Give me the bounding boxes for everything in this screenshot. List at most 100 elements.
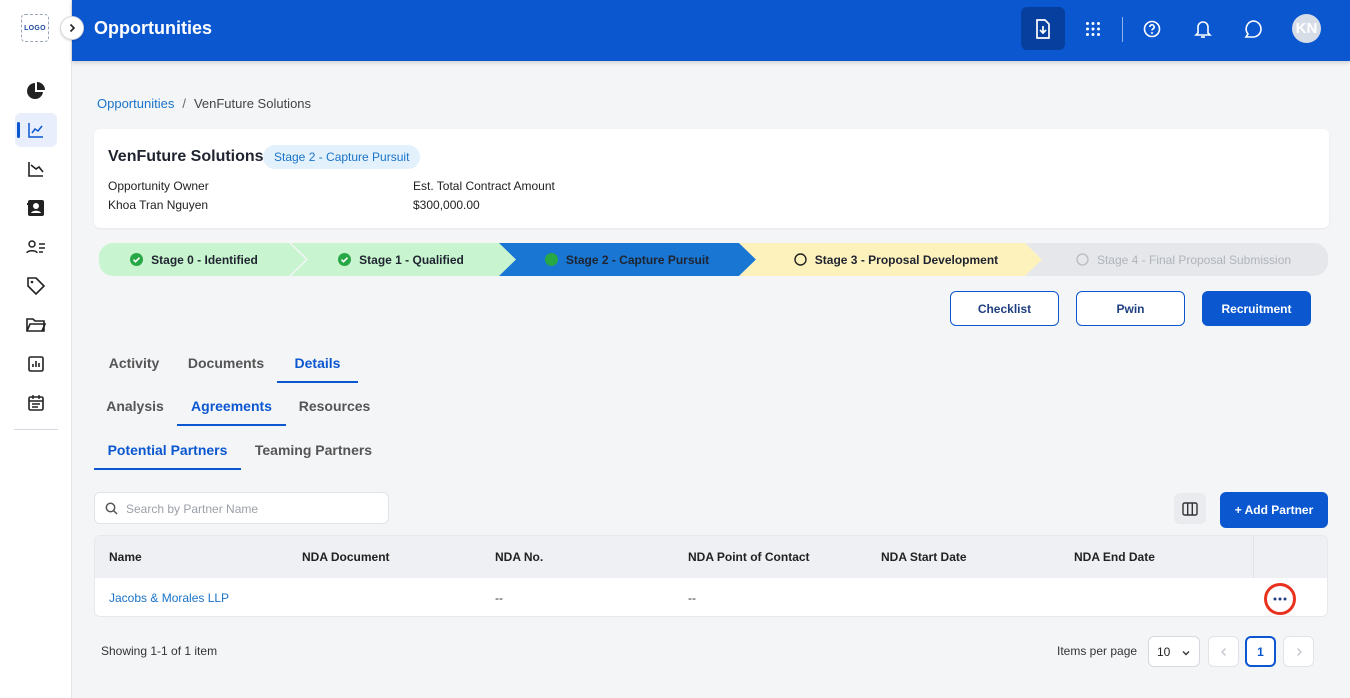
sidebar-item-opportunities[interactable] (15, 113, 57, 147)
opportunity-summary-card: VenFuture Solutions Stage 2 - Capture Pu… (94, 129, 1329, 228)
stage-0[interactable]: Stage 0 - Identified (99, 243, 289, 276)
top-bar: Opportunities KN (72, 0, 1350, 61)
sidebar-expand-button[interactable] (60, 16, 84, 40)
file-download-icon (1036, 18, 1050, 39)
pwin-button[interactable]: Pwin (1076, 291, 1185, 326)
app-logo[interactable]: LOGO (21, 14, 49, 42)
items-per-page-value: 10 (1157, 644, 1171, 659)
breadcrumb: Opportunities / VenFuture Solutions (97, 96, 311, 111)
page-title: Opportunities (94, 18, 212, 38)
stage-1[interactable]: Stage 1 - Qualified (299, 243, 503, 276)
chevron-right-icon (1296, 647, 1302, 656)
amount-label: Est. Total Contract Amount (413, 179, 555, 193)
stage-label: Stage 0 - Identified (151, 252, 258, 267)
search-icon (105, 502, 118, 515)
partner-search-box (94, 492, 389, 524)
line-chart-icon (28, 162, 44, 177)
tab-potential-partners[interactable]: Potential Partners (94, 430, 241, 470)
stage-label: Stage 3 - Proposal Development (814, 252, 999, 267)
page-1-button[interactable]: 1 (1245, 636, 1276, 667)
pie-chart-icon (27, 82, 45, 99)
sidebar-item-dashboard[interactable] (15, 74, 57, 108)
sidebar-item-calendar[interactable] (15, 386, 57, 420)
bell-icon (1194, 20, 1212, 38)
column-separator (1253, 536, 1254, 578)
sidebar-item-reports[interactable] (15, 347, 57, 381)
folder-icon (26, 318, 46, 332)
sidebar-item-pipeline[interactable] (15, 152, 57, 186)
column-header-nda-document[interactable]: NDA Document (302, 536, 390, 578)
tab-details[interactable]: Details (277, 343, 358, 383)
items-per-page-label: Items per page (1057, 644, 1138, 658)
breadcrumb-separator: / (182, 96, 186, 111)
column-header-name[interactable]: Name (109, 536, 142, 578)
column-header-nda-end-date[interactable]: NDA End Date (1074, 536, 1155, 578)
empty-circle-icon (794, 253, 807, 266)
items-per-page-select[interactable]: 10 (1148, 636, 1200, 667)
topbar-separator (1122, 17, 1123, 42)
help-icon (1143, 20, 1161, 37)
grid-apps-icon (1086, 21, 1100, 36)
tab-agreements[interactable]: Agreements (177, 386, 286, 426)
partners-table: Name NDA Document NDA No. NDA Point of C… (94, 535, 1328, 617)
partner-name-link[interactable]: Jacobs & Morales LLP (109, 578, 229, 616)
owner-value: Khoa Tran Nguyen (108, 198, 209, 212)
sidebar-item-contacts[interactable] (15, 191, 57, 225)
table-header: Name NDA Document NDA No. NDA Point of C… (95, 536, 1327, 578)
checklist-button[interactable]: Checklist (950, 291, 1059, 326)
showing-count: Showing 1-1 of 1 item (101, 644, 218, 658)
add-partner-button[interactable]: + Add Partner (1220, 492, 1328, 528)
column-header-nda-poc[interactable]: NDA Point of Contact (688, 536, 810, 578)
stage-label: Stage 4 - Final Proposal Submission (1096, 252, 1292, 267)
help-button[interactable] (1130, 7, 1174, 50)
tab-resources[interactable]: Resources (287, 386, 382, 426)
stage-4[interactable]: Stage 4 - Final Proposal Submission (1039, 243, 1328, 276)
breadcrumb-current: VenFuture Solutions (193, 96, 312, 111)
column-header-nda-start-date[interactable]: NDA Start Date (881, 536, 967, 578)
more-horizontal-icon (1273, 597, 1287, 601)
sidebar-item-users[interactable] (15, 230, 57, 264)
stage-2[interactable]: Stage 2 - Capture Pursuit (509, 243, 745, 276)
download-button[interactable] (1021, 7, 1065, 50)
tab-analysis[interactable]: Analysis (95, 386, 175, 426)
trending-chart-icon (28, 123, 43, 138)
tab-documents[interactable]: Documents (176, 343, 276, 383)
stage-label: Stage 2 - Capture Pursuit (565, 252, 710, 267)
breadcrumb-opportunities-link[interactable]: Opportunities (97, 96, 174, 111)
user-avatar[interactable]: KN (1292, 14, 1321, 43)
contact-card-icon (27, 200, 44, 216)
column-settings-button[interactable] (1174, 493, 1206, 524)
check-circle-icon (338, 253, 352, 266)
sidebar-item-folders[interactable] (15, 308, 57, 342)
cell-nda-no: -- (495, 591, 503, 605)
search-input[interactable] (126, 499, 376, 519)
stage-progress-bar: Stage 0 - Identified Stage 1 - Qualified… (99, 243, 1328, 276)
apps-menu-button[interactable] (1071, 7, 1115, 50)
bar-chart-icon (28, 356, 44, 372)
row-more-actions-button[interactable] (1264, 583, 1296, 615)
prev-page-button[interactable] (1208, 636, 1239, 667)
user-list-icon (26, 240, 45, 254)
chevron-right-icon (69, 23, 76, 33)
stage-3[interactable]: Stage 3 - Proposal Development (751, 243, 1041, 276)
sidebar-item-deals[interactable] (15, 269, 57, 303)
stage-chip: Stage 2 - Capture Pursuit (263, 145, 421, 169)
chevron-left-icon (1220, 647, 1226, 656)
opportunity-name: VenFuture Solutions (108, 148, 264, 165)
tab-activity[interactable]: Activity (95, 343, 173, 383)
sidebar-divider (14, 429, 58, 430)
empty-circle-icon (1076, 253, 1089, 266)
check-circle-icon (130, 253, 144, 266)
notifications-button[interactable] (1181, 7, 1225, 50)
amount-value: $300,000.00 (413, 198, 480, 212)
chevron-down-icon (1182, 651, 1190, 656)
next-page-button[interactable] (1283, 636, 1314, 667)
column-header-nda-no[interactable]: NDA No. (495, 536, 543, 578)
check-circle-icon (544, 253, 558, 266)
chat-bubble-icon (1244, 19, 1262, 38)
chat-button[interactable] (1231, 7, 1275, 50)
stage-label: Stage 1 - Qualified (359, 252, 464, 267)
calendar-icon (28, 395, 44, 411)
tab-teaming-partners[interactable]: Teaming Partners (243, 430, 384, 470)
recruitment-button[interactable]: Recruitment (1202, 291, 1311, 326)
